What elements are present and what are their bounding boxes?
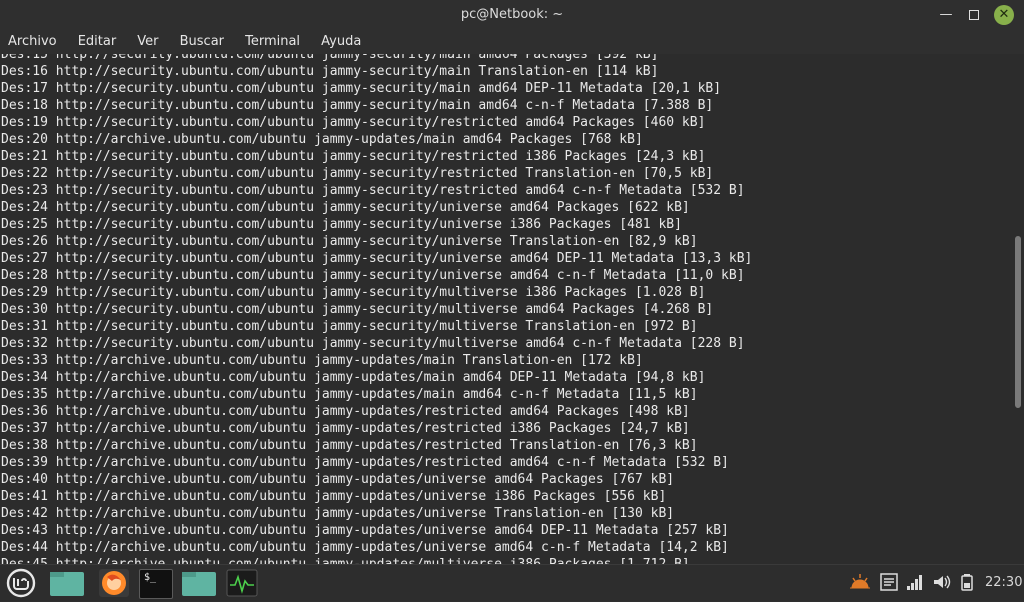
folder-icon [182, 572, 216, 596]
close-icon: ✕ [998, 7, 1010, 22]
terminal-line: Des:43 http://archive.ubuntu.com/ubuntu … [1, 523, 729, 538]
maximize-icon [969, 10, 979, 20]
window-titlebar[interactable]: pc@Netbook: ~ — ✕ [0, 0, 1024, 30]
terminal-line: Des:34 http://archive.ubuntu.com/ubuntu … [1, 370, 706, 385]
terminal-line: Des:17 http://security.ubuntu.com/ubuntu… [1, 81, 722, 96]
terminal-line: Des:19 http://security.ubuntu.com/ubuntu… [1, 115, 706, 130]
menu-buscar[interactable]: Buscar [172, 30, 232, 49]
terminal-line: Des:45 http://archive.ubuntu.com/ubuntu … [1, 556, 752, 564]
taskbar-firefox-launcher[interactable] [96, 568, 132, 598]
terminal-line: Des:16 http://security.ubuntu.com/ubuntu… [1, 64, 659, 79]
terminal-line: Des:37 http://archive.ubuntu.com/ubuntu … [1, 421, 690, 436]
terminal-line: Des:36 http://archive.ubuntu.com/ubuntu … [1, 404, 690, 419]
notes-icon[interactable] [880, 573, 898, 595]
menu-terminal[interactable]: Terminal [237, 30, 308, 49]
terminal-line: Des:21 http://security.ubuntu.com/ubuntu… [1, 149, 706, 164]
close-button[interactable]: ✕ [994, 5, 1014, 25]
menu-archivo[interactable]: Archivo [0, 30, 65, 49]
terminal-output-area[interactable]: Des:15 http://security.ubuntu.com/ubuntu… [0, 54, 1024, 564]
network-signal-icon[interactable] [906, 573, 924, 595]
taskbar-files-launcher[interactable] [48, 568, 86, 598]
terminal-line: Des:29 http://security.ubuntu.com/ubuntu… [1, 285, 706, 300]
menu-editar[interactable]: Editar [70, 30, 125, 49]
taskbar: $_ 22:30 [0, 564, 1024, 601]
system-monitor-icon [226, 569, 258, 597]
terminal-line: Des:30 http://security.ubuntu.com/ubuntu… [1, 302, 714, 317]
volume-icon[interactable] [932, 573, 952, 595]
folder-icon [50, 572, 84, 596]
terminal-line: Des:25 http://security.ubuntu.com/ubuntu… [1, 217, 682, 232]
terminal-line: Des:24 http://security.ubuntu.com/ubuntu… [1, 200, 690, 215]
terminal-line: Des:39 http://archive.ubuntu.com/ubuntu … [1, 455, 729, 470]
terminal-line: Des:31 http://security.ubuntu.com/ubuntu… [1, 319, 698, 334]
terminal-line: Des:26 http://security.ubuntu.com/ubuntu… [1, 234, 698, 249]
redshift-icon[interactable] [848, 572, 872, 596]
terminal-line: Des:44 http://archive.ubuntu.com/ubuntu … [1, 540, 729, 555]
terminal-line: Des:18 http://security.ubuntu.com/ubuntu… [1, 98, 714, 113]
terminal-output: Des:15 http://security.ubuntu.com/ubuntu… [1, 54, 752, 564]
terminal-line: Des:41 http://archive.ubuntu.com/ubuntu … [1, 489, 667, 504]
terminal-line: Des:33 http://archive.ubuntu.com/ubuntu … [1, 353, 643, 368]
terminal-line: Des:15 http://security.ubuntu.com/ubuntu… [1, 54, 659, 62]
scrollbar-thumb[interactable] [1015, 236, 1021, 408]
terminal-icon: $_ [139, 569, 173, 599]
battery-icon[interactable] [960, 573, 974, 595]
clock[interactable]: 22:30 [985, 575, 1022, 590]
minimize-icon: — [939, 7, 953, 22]
terminal-line: Des:20 http://archive.ubuntu.com/ubuntu … [1, 132, 643, 147]
mint-menu-button[interactable] [4, 568, 38, 598]
menu-bar: Archivo Editar Ver Buscar Terminal Ayuda [0, 30, 1024, 54]
terminal-prompt-glyph: $_ [144, 572, 157, 583]
window-title: pc@Netbook: ~ [460, 7, 564, 22]
taskbar-terminal-window[interactable]: $_ [137, 568, 175, 599]
terminal-line: Des:42 http://archive.ubuntu.com/ubuntu … [1, 506, 675, 521]
minimize-button[interactable]: — [936, 5, 956, 25]
terminal-line: Des:22 http://security.ubuntu.com/ubuntu… [1, 166, 714, 181]
mint-menu-icon [6, 568, 36, 598]
firefox-icon [99, 569, 129, 597]
terminal-line: Des:28 http://security.ubuntu.com/ubuntu… [1, 268, 745, 283]
maximize-button[interactable] [964, 5, 984, 25]
terminal-line: Des:38 http://archive.ubuntu.com/ubuntu … [1, 438, 698, 453]
terminal-line: Des:40 http://archive.ubuntu.com/ubuntu … [1, 472, 675, 487]
terminal-line: Des:35 http://archive.ubuntu.com/ubuntu … [1, 387, 698, 402]
taskbar-folder-window[interactable] [180, 568, 218, 598]
terminal-line: Des:27 http://security.ubuntu.com/ubuntu… [1, 251, 753, 266]
terminal-line: Des:23 http://security.ubuntu.com/ubuntu… [1, 183, 745, 198]
menu-ayuda[interactable]: Ayuda [313, 30, 369, 49]
taskbar-system-monitor[interactable] [224, 568, 260, 598]
menu-ver[interactable]: Ver [129, 30, 166, 49]
terminal-line: Des:32 http://security.ubuntu.com/ubuntu… [1, 336, 745, 351]
